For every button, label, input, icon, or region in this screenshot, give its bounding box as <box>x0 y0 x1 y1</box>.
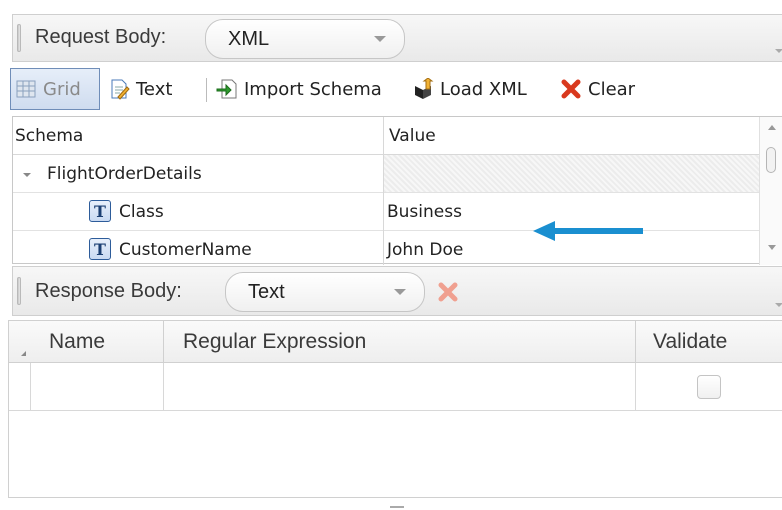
request-format-value: XML <box>228 28 270 50</box>
name-column-header[interactable]: Name <box>49 330 105 354</box>
response-grip-handle[interactable] <box>17 277 21 305</box>
table-row[interactable]: T Class Business <box>13 193 759 241</box>
regex-cell[interactable] <box>164 363 635 411</box>
resize-corner-icon <box>21 351 26 356</box>
request-body-label: Request Body: <box>35 26 167 48</box>
chevron-down-icon <box>374 36 386 42</box>
request-toolbar: Grid Text Import Schema Load XML Clear <box>10 66 782 112</box>
schema-column-header[interactable]: Schema <box>15 126 83 146</box>
column-divider <box>383 117 384 155</box>
validation-grid-header: Name Regular Expression Validate <box>9 321 782 363</box>
clear-x-icon <box>561 79 581 99</box>
column-divider <box>383 193 384 231</box>
value-column-header[interactable]: Value <box>389 126 436 146</box>
toolbar-divider <box>206 78 207 102</box>
collapse-chevron-icon[interactable] <box>775 49 782 53</box>
schema-node-name: CustomerName <box>119 240 252 260</box>
load-xml-icon <box>415 78 434 99</box>
clear-label: Clear <box>588 78 636 100</box>
response-format-value: Text <box>248 281 285 303</box>
text-label: Text <box>136 78 173 100</box>
schema-table-header: Schema Value <box>13 117 759 155</box>
response-body-bar: Response Body: Text <box>12 266 782 316</box>
validation-grid: Name Regular Expression Validate <box>8 320 782 498</box>
table-row[interactable]: T CustomerName John Doe <box>13 231 759 265</box>
clear-button[interactable]: Clear <box>560 68 635 110</box>
column-divider <box>635 363 636 411</box>
table-row[interactable]: FlightOrderDetails <box>13 155 759 193</box>
load-xml-button[interactable]: Load XML <box>412 68 527 110</box>
response-body-label: Response Body: <box>35 280 182 302</box>
load-xml-label: Load XML <box>440 78 527 100</box>
column-divider <box>383 155 384 193</box>
table-row[interactable] <box>9 363 782 411</box>
scroll-up-icon[interactable] <box>768 125 776 130</box>
regex-column-header[interactable]: Regular Expression <box>183 330 366 354</box>
request-grip-handle[interactable] <box>17 24 21 52</box>
validate-checkbox[interactable] <box>697 375 721 399</box>
text-type-icon: T <box>89 238 111 260</box>
column-divider <box>635 321 636 363</box>
column-divider <box>163 321 164 363</box>
validate-column-header[interactable]: Validate <box>653 330 727 354</box>
schema-table: Schema Value FlightOrderDetails T Class … <box>12 116 782 265</box>
grid-view-button[interactable]: Grid <box>10 68 100 110</box>
schema-node-name: FlightOrderDetails <box>47 164 202 184</box>
import-schema-label: Import Schema <box>244 78 382 100</box>
value-cell[interactable]: John Doe <box>387 240 463 260</box>
text-type-icon: T <box>89 200 111 222</box>
clear-response-icon[interactable] <box>437 281 459 303</box>
scroll-thumb[interactable] <box>766 147 776 173</box>
row-header-cell <box>9 363 31 411</box>
chevron-down-icon <box>394 289 406 295</box>
import-icon <box>216 79 237 99</box>
import-schema-button[interactable]: Import Schema <box>216 68 382 110</box>
name-cell[interactable] <box>31 363 163 411</box>
grid-label: Grid <box>43 78 81 100</box>
column-divider <box>383 231 384 265</box>
text-document-icon <box>111 79 130 100</box>
grid-icon <box>16 80 36 98</box>
splitter-handle[interactable] <box>390 506 404 508</box>
vertical-scrollbar[interactable] <box>759 117 782 265</box>
value-cell[interactable]: Business <box>387 202 462 222</box>
schema-node-name: Class <box>119 202 164 222</box>
expand-chevron-icon[interactable] <box>23 173 31 177</box>
collapse-chevron-icon[interactable] <box>775 303 782 307</box>
request-format-select[interactable]: XML <box>205 19 405 59</box>
scroll-down-icon[interactable] <box>768 245 776 250</box>
value-cell-disabled <box>384 155 759 192</box>
response-format-select[interactable]: Text <box>225 272 425 312</box>
text-view-button[interactable]: Text <box>108 68 172 110</box>
request-body-bar: Request Body: XML <box>12 14 782 62</box>
